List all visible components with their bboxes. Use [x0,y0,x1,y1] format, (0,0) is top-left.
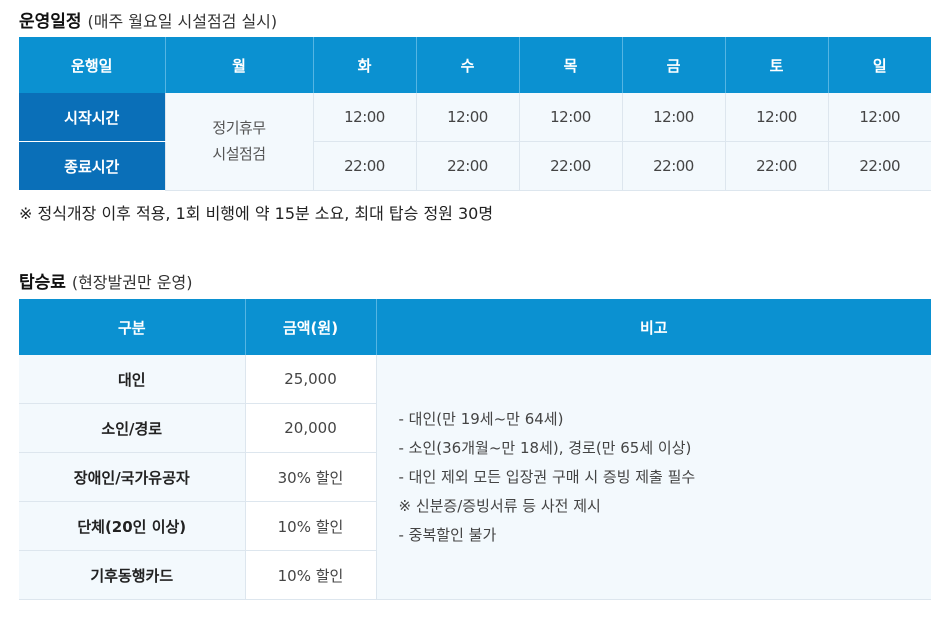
start-time-cell: 12:00 [312,93,416,142]
header-tuesday: 화 [312,37,416,93]
remark-line: - 대인 제외 모든 입장권 구매 시 증빙 제출 필수 [398,467,696,486]
header-monday: 월 [164,37,313,93]
table-row: 시작시간 정기휴무 시설점검 12:00 12:00 12:00 12:00 1… [19,93,931,191]
closed-line-1: 정기휴무 [212,119,266,138]
header-sunday: 일 [827,37,931,93]
remarks-cell: - 대인(만 19세~만 64세) - 소인(36개월~만 18세), 경로(만… [375,355,931,600]
end-time-cell: 22:00 [312,141,416,191]
header-price: 금액(원) [244,299,376,355]
fares-table: 구분 금액(원) 비고 대인 25,000 - 대인(만 19세~만 64세) … [19,299,931,600]
fares-header-row: 구분 금액(원) 비고 [19,299,931,355]
category-cell: 기후동행카드 [19,550,245,600]
header-wednesday: 수 [415,37,519,93]
start-time-cell: 12:00 [621,93,725,142]
price-cell: 10% 할인 [244,501,376,551]
price-cell: 30% 할인 [244,452,376,502]
end-time-label: 종료시간 [19,141,165,190]
start-time-cell: 12:00 [518,93,622,142]
fares-subtitle: (현장발권만 운영) [71,273,193,292]
start-time-cell: 12:00 [827,93,931,142]
schedule-subtitle: (매주 월요일 시설점검 실시) [87,12,278,31]
header-remarks: 비고 [375,299,931,355]
end-time-cell: 22:00 [827,141,931,191]
category-cell: 소인/경로 [19,403,245,453]
schedule-table: 운행일 월 화 수 목 금 토 일 시작시간 정기휴무 시설점검 12:00 1… [19,37,931,191]
schedule-header-row: 운행일 월 화 수 목 금 토 일 [19,37,931,93]
category-cell: 대인 [19,355,245,404]
schedule-title: 운영일정 [19,12,82,32]
header-saturday: 토 [724,37,828,93]
end-time-cell: 22:00 [415,141,519,191]
header-friday: 금 [621,37,725,93]
closed-line-2: 시설점검 [212,145,266,164]
remark-line: ※ 신분증/증빙서류 등 사전 제시 [398,496,601,515]
start-time-cell: 12:00 [415,93,519,142]
header-operation-day: 운행일 [19,37,165,93]
schedule-note: ※ 정식개장 이후 적용, 1회 비행에 약 15분 소요, 최대 탑승 정원 … [19,204,494,223]
remark-line: - 대인(만 19세~만 64세) [398,409,564,428]
table-row: 종료시간 22:00 22:00 22:00 22:00 22:00 22:00 [19,141,931,191]
fares-section-title: 탑승료 (현장발권만 운영) [19,268,192,293]
price-cell: 20,000 [244,403,376,453]
price-cell: 10% 할인 [244,550,376,600]
monday-closed-cell: 정기휴무 시설점검 [164,93,313,191]
header-thursday: 목 [518,37,622,93]
category-cell: 단체(20인 이상) [19,501,245,551]
schedule-section-title: 운영일정 (매주 월요일 시설점검 실시) [19,7,277,32]
remark-line: - 소인(36개월~만 18세), 경로(만 65세 이상) [398,438,692,457]
start-time-cell: 12:00 [724,93,828,142]
header-category: 구분 [19,299,245,355]
start-time-label: 시작시간 [19,93,165,142]
end-time-cell: 22:00 [621,141,725,191]
category-cell: 장애인/국가유공자 [19,452,245,502]
table-row: 대인 25,000 - 대인(만 19세~만 64세) - 소인(36개월~만 … [19,355,931,600]
price-cell: 25,000 [244,355,376,404]
end-time-cell: 22:00 [724,141,828,191]
remark-line: - 중복할인 불가 [398,525,497,544]
end-time-cell: 22:00 [518,141,622,191]
fares-title: 탑승료 [19,273,66,293]
